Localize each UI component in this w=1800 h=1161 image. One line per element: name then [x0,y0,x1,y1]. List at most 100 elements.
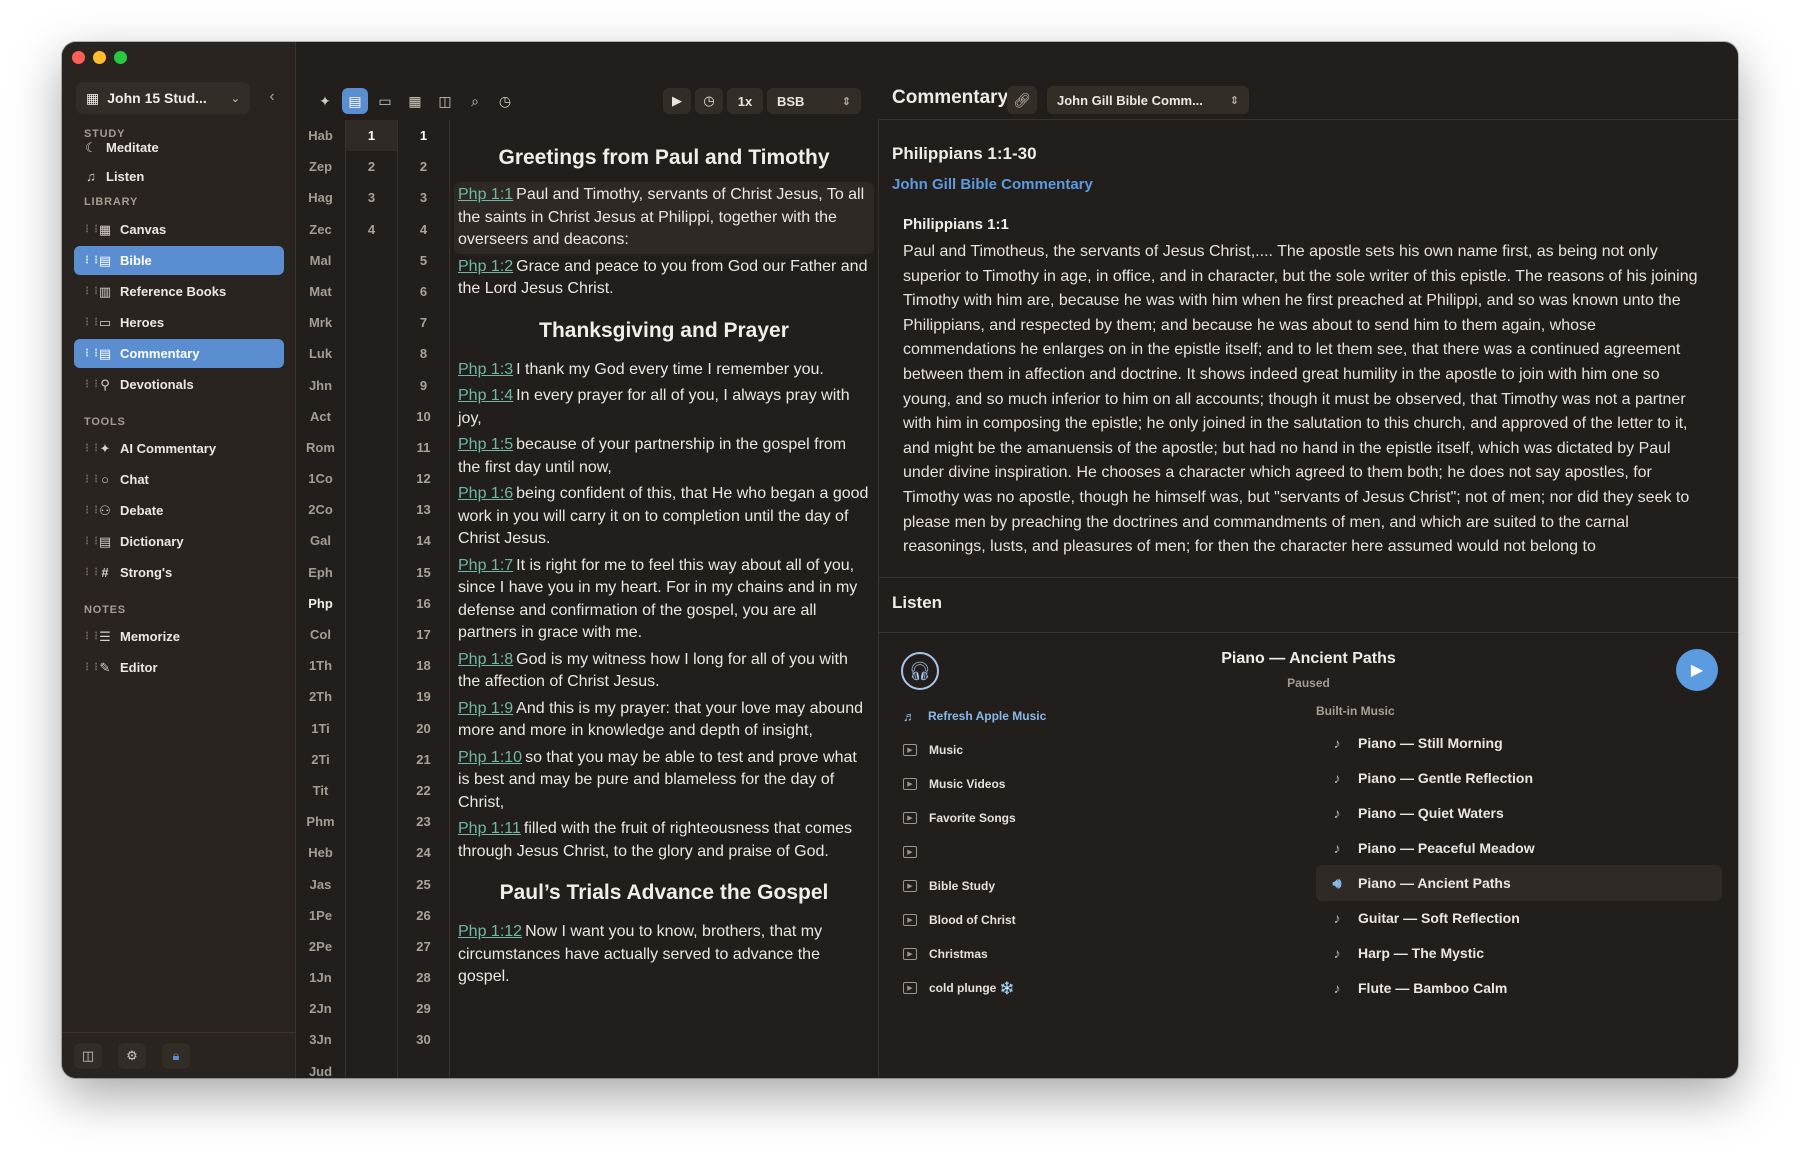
collapse-sidebar-button[interactable]: ‹ [262,88,282,108]
verse-number-item[interactable]: 18 [398,650,449,681]
verse-number-item[interactable]: 11 [398,432,449,463]
verse-ref-link[interactable]: Php 1:11 [458,820,521,837]
refresh-apple-music-button[interactable]: ♬ Refresh Apple Music [903,704,1046,728]
verse-ref-link[interactable]: Php 1:5 [458,436,513,453]
columns-view-button[interactable]: ◫ [432,88,458,114]
timer-button[interactable]: ◷ [695,88,723,114]
book-item[interactable]: Tit [296,775,345,806]
track-item[interactable]: ♪ Piano — Still Morning [1316,725,1722,761]
settings-button[interactable]: ⚙ [118,1042,146,1069]
drag-handle-icon[interactable]: ⋮⋮ [82,317,101,328]
verse-ref-link[interactable]: Php 1:4 [458,387,513,404]
sidebar-item-listen[interactable]: ♫ Listen [74,162,284,191]
verse-number-item[interactable]: 3 [398,182,449,213]
book-item[interactable]: Heb [296,837,345,868]
verse-ref-link[interactable]: Php 1:1 [458,186,513,203]
book-item[interactable]: Eph [296,557,345,588]
book-item[interactable]: 2Jn [296,993,345,1024]
toggle-layout-button[interactable]: ◫ [74,1042,102,1069]
drag-handle-icon[interactable]: ⋮⋮ [82,286,101,297]
sidebar-item-heroes[interactable]: ⋮⋮ ▭ Heroes [74,308,284,337]
verse-number-item[interactable]: 8 [398,338,449,369]
verse-number-item[interactable]: 27 [398,931,449,962]
playlist-item[interactable]: ▶ cold plunge ❄️ [903,976,1015,1000]
verse-number-item[interactable]: 20 [398,713,449,744]
close-window-button[interactable] [72,51,85,64]
sidebar-item-reference-books[interactable]: ⋮⋮ ▥ Reference Books [74,277,284,306]
verse-number-item[interactable]: 10 [398,401,449,432]
verse[interactable]: Php 1:6 being confident of this, that He … [454,481,874,553]
verse-number-item[interactable]: 26 [398,900,449,931]
bible-view-button[interactable]: ▤ [342,88,368,114]
translation-select[interactable]: BSB ⇕ [767,88,861,114]
verse-number-item[interactable]: 1 [398,120,449,151]
verse[interactable]: Php 1:7 It is right for me to feel this w… [454,553,874,647]
verse-number-item[interactable]: 14 [398,525,449,556]
window-view-button[interactable]: ▭ [372,88,398,114]
book-item[interactable]: Jhn [296,370,345,401]
track-item[interactable]: 🔊︎ Piano — Ancient Paths [1316,865,1722,901]
verse-number-item[interactable]: 19 [398,681,449,712]
playlist-item[interactable]: ▶ Bible Study [903,874,995,898]
book-item[interactable]: Zec [296,214,345,245]
book-item[interactable]: Mrk [296,307,345,338]
book-item[interactable]: Php [296,588,345,619]
verse-number-item[interactable]: 16 [398,588,449,619]
track-item[interactable]: ♪ Guitar — Soft Reflection [1316,900,1722,936]
verse-number-item[interactable]: 28 [398,962,449,993]
playlist-item[interactable]: ▶ Music Videos [903,772,1005,796]
drag-handle-icon[interactable]: ⋮⋮ [82,631,101,642]
play-button[interactable]: ▶ [663,88,691,114]
verse-ref-link[interactable]: Php 1:7 [458,557,513,574]
verse[interactable]: Php 1:12 Now I want you to know, brothers… [454,919,874,991]
verse-number-item[interactable]: 29 [398,993,449,1024]
track-item[interactable]: ♪ Piano — Peaceful Meadow [1316,830,1722,866]
chapter-item[interactable]: 4 [346,214,397,245]
book-item[interactable]: 1Pe [296,900,345,931]
sidebar-item-bible[interactable]: ⋮⋮ ▤ Bible [74,246,284,275]
playlist-item[interactable]: ▶ Favorite Songs [903,806,1016,830]
link-button[interactable]: 🔗︎ [1007,86,1037,114]
drag-handle-icon[interactable]: ⋮⋮ [82,224,101,235]
verse-number-item[interactable]: 12 [398,463,449,494]
sidebar-item-chat[interactable]: ⋮⋮ ○ Chat [74,465,284,494]
verse-number-item[interactable]: 17 [398,619,449,650]
verse[interactable]: Php 1:5 because of your partnership in th… [454,432,874,481]
verse-number-item[interactable]: 13 [398,494,449,525]
verse-number-item[interactable]: 7 [398,307,449,338]
verse[interactable]: Php 1:3 I thank my God every time I remem… [454,357,874,384]
verse-ref-link[interactable]: Php 1:8 [458,651,513,668]
verse[interactable]: Php 1:9 And this is my prayer: that your … [454,696,874,745]
book-item[interactable]: 1Ti [296,713,345,744]
book-item[interactable]: Hab [296,120,345,151]
verse-number-item[interactable]: 4 [398,214,449,245]
book-item[interactable]: 2Co [296,494,345,525]
study-picker[interactable]: ▦ John 15 Stud... ⌄ [76,82,250,114]
verse-number-item[interactable]: 21 [398,744,449,775]
book-item[interactable]: Jud [296,1056,345,1078]
verse[interactable]: Php 1:1 Paul and Timothy, servants of Chr… [454,182,874,254]
verse-ref-link[interactable]: Php 1:3 [458,361,513,378]
chapter-item[interactable]: 1 [346,120,397,152]
playlist-item[interactable]: ▶ Blood of Christ [903,908,1016,932]
sidebar-item-debate[interactable]: ⋮⋮ ⚇ Debate [74,496,284,525]
sidebar-item-dictionary[interactable]: ⋮⋮ ▤ Dictionary [74,527,284,556]
book-item[interactable]: Rom [296,432,345,463]
track-item[interactable]: ♪ Harp — The Mystic [1316,935,1722,971]
commentary-source-select[interactable]: John Gill Bible Comm... ⇕ [1047,86,1249,114]
verse-number-item[interactable]: 5 [398,245,449,276]
book-item[interactable]: 1Th [296,650,345,681]
sidebar-item-canvas[interactable]: ⋮⋮ ▦ Canvas [74,215,284,244]
verse-number-item[interactable]: 23 [398,806,449,837]
verse-ref-link[interactable]: Php 1:2 [458,258,513,275]
verse[interactable]: Php 1:4 In every prayer for all of you, I… [454,383,874,432]
book-item[interactable]: Mal [296,245,345,276]
verse[interactable]: Php 1:11 filled with the fruit of righteo… [454,816,874,865]
playlist-item[interactable]: ▶ [903,840,929,864]
chapter-item[interactable]: 2 [346,151,397,182]
verse[interactable]: Php 1:10 so that you may be able to test … [454,745,874,817]
verse[interactable]: Php 1:8 God is my witness how I long for … [454,647,874,696]
verse-ref-link[interactable]: Php 1:12 [458,923,522,940]
book-item[interactable]: 2Pe [296,931,345,962]
book-item[interactable]: Luk [296,338,345,369]
